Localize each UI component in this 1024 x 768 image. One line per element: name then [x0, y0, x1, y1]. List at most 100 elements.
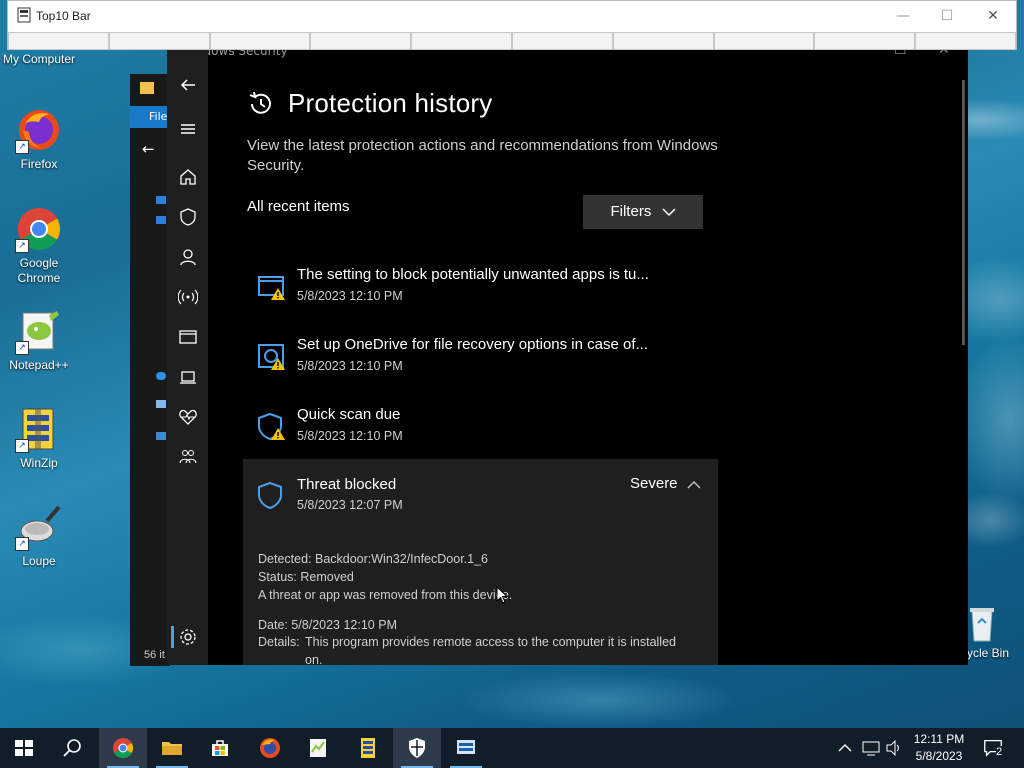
top10-cell[interactable] [411, 32, 512, 50]
notification-count: 2 [996, 746, 1003, 758]
history-item[interactable]: The setting to block potentially unwante… [243, 260, 718, 324]
page-title: Protection history [288, 88, 493, 118]
loupe-icon: ↗ [15, 503, 63, 551]
history-item[interactable]: Quick scan due 5/8/2023 12:10 PM [243, 400, 718, 464]
top10-cell[interactable] [310, 32, 412, 50]
item-date: 5/8/2023 12:10 PM [297, 429, 403, 443]
desktop-icon-winzip[interactable]: ↗ WinZip [1, 405, 77, 471]
desktop-icon-loupe[interactable]: ↗ Loupe [1, 503, 77, 569]
winzip-icon: ↗ [15, 405, 63, 453]
desktop-icon-label: My Computer [2, 52, 76, 66]
file-explorer-window[interactable]: File ← 56 it [130, 74, 170, 666]
desktop-icon-notepadpp[interactable]: ↗ Notepad++ [1, 307, 77, 373]
page-description: View the latest protection actions and r… [247, 137, 718, 174]
filters-label: Filters [610, 203, 652, 220]
top10-cell[interactable] [209, 32, 311, 50]
taskbar: 12:11 PM 5/8/2023 2 [0, 728, 1024, 768]
taskbar-top10[interactable] [442, 728, 490, 768]
hamburger-menu-icon[interactable] [178, 119, 198, 139]
detected-line: Detected: Backdoor:Win32/InfecDoor.1_6 [258, 552, 488, 566]
filters-button[interactable]: Filters [583, 195, 703, 229]
shield-warning-icon [257, 412, 287, 442]
clock-date: 5/8/2023 [915, 749, 963, 763]
taskbar-firefox[interactable] [246, 728, 294, 768]
windows-logo-icon [15, 740, 33, 756]
chevron-up-icon[interactable] [687, 481, 701, 489]
desktop-icon-label: cycle Bin [960, 646, 1010, 660]
family-options-icon[interactable] [178, 447, 198, 467]
threat-blocked-item[interactable]: Threat blocked 5/8/2023 12:07 PM Severe … [243, 459, 718, 665]
start-button[interactable] [0, 728, 48, 768]
top10-cell[interactable] [8, 32, 109, 50]
chrome-icon [113, 738, 134, 759]
taskbar-notepadpp[interactable] [294, 728, 342, 768]
notifications-button[interactable]: 2 [982, 728, 1006, 768]
history-item[interactable]: Set up OneDrive for file recovery option… [243, 330, 718, 394]
mouse-cursor-icon [496, 586, 508, 604]
item-date: 5/8/2023 12:10 PM [297, 359, 403, 373]
minimize-button[interactable]: — [888, 5, 918, 27]
history-icon [247, 90, 275, 118]
chevron-up-icon [838, 744, 852, 752]
top10-cells [8, 32, 1016, 50]
back-arrow-icon[interactable]: ← [142, 140, 155, 158]
desktop-icon-my-computer[interactable]: My Computer [1, 52, 77, 67]
store-icon [212, 740, 228, 756]
this-pc-icon[interactable] [156, 400, 166, 408]
taskbar-winzip[interactable] [344, 728, 392, 768]
virus-protection-icon[interactable] [178, 207, 198, 227]
ransomware-warning-icon [257, 342, 287, 372]
app-browser-control-icon[interactable] [178, 327, 198, 347]
recycle-bin-icon [962, 603, 1002, 643]
item-title: The setting to block potentially unwante… [297, 266, 649, 283]
close-button[interactable]: ✕ [978, 5, 1008, 27]
folder-icon [162, 742, 182, 755]
item-count: 56 it [144, 649, 165, 661]
date-line: Date: 5/8/2023 12:10 PM [258, 618, 397, 632]
top10-cell[interactable] [108, 32, 210, 50]
taskbar-file-explorer[interactable] [148, 728, 196, 768]
desktop-icon-label: WinZip [20, 456, 58, 470]
taskbar-chrome[interactable] [99, 728, 147, 768]
desktop-nav-icon[interactable] [156, 216, 166, 224]
firefox-icon: ↗ [15, 106, 63, 154]
top10-cell[interactable] [713, 32, 815, 50]
scrollbar[interactable] [962, 80, 965, 345]
taskbar-windows-security[interactable] [393, 728, 441, 768]
network-icon[interactable] [156, 432, 166, 440]
top10-icon [457, 740, 475, 754]
settings-gear-icon[interactable] [178, 627, 198, 647]
top10-cell[interactable] [915, 32, 1016, 50]
top10-cell[interactable] [814, 32, 916, 50]
folder-icon [140, 82, 154, 94]
home-icon[interactable] [178, 167, 198, 187]
quick-access-icon[interactable] [156, 196, 166, 204]
back-icon[interactable] [178, 75, 198, 95]
taskbar-store[interactable] [196, 728, 244, 768]
firewall-network-icon[interactable] [177, 287, 199, 307]
search-button[interactable] [48, 728, 96, 768]
notepadpp-icon [310, 739, 326, 757]
maximize-button[interactable]: ☐ [932, 5, 962, 27]
desktop-icon-firefox[interactable]: ↗ Firefox [1, 106, 77, 172]
desktop-icon-chrome[interactable]: ↗ Google Chrome [1, 205, 77, 286]
clock[interactable]: 12:11 PM 5/8/2023 [900, 731, 978, 765]
chrome-icon: ↗ [15, 205, 63, 253]
severity-label: Severe [630, 475, 678, 492]
details-text-cont: on. [305, 653, 323, 665]
threat-title: Threat blocked [297, 476, 397, 493]
top10-bar-window[interactable]: Top10 Bar — ☐ ✕ [7, 0, 1017, 50]
device-health-icon[interactable] [178, 407, 198, 427]
device-security-icon[interactable] [178, 367, 198, 387]
desktop-icon-label: Google Chrome [17, 256, 61, 285]
windows-security-window[interactable]: Windows Security ☐ ✕ Protection history … [167, 50, 968, 665]
top10-title: Top10 Bar [36, 9, 91, 23]
ribbon-file-tab[interactable]: File [130, 106, 170, 128]
threat-date: 5/8/2023 12:07 PM [297, 498, 403, 512]
search-icon [63, 739, 81, 757]
top10-cell[interactable] [511, 32, 613, 50]
top10-cell[interactable] [612, 32, 714, 50]
account-protection-icon[interactable] [178, 247, 198, 267]
section-label: All recent items [247, 198, 350, 215]
onedrive-icon[interactable] [156, 372, 166, 380]
